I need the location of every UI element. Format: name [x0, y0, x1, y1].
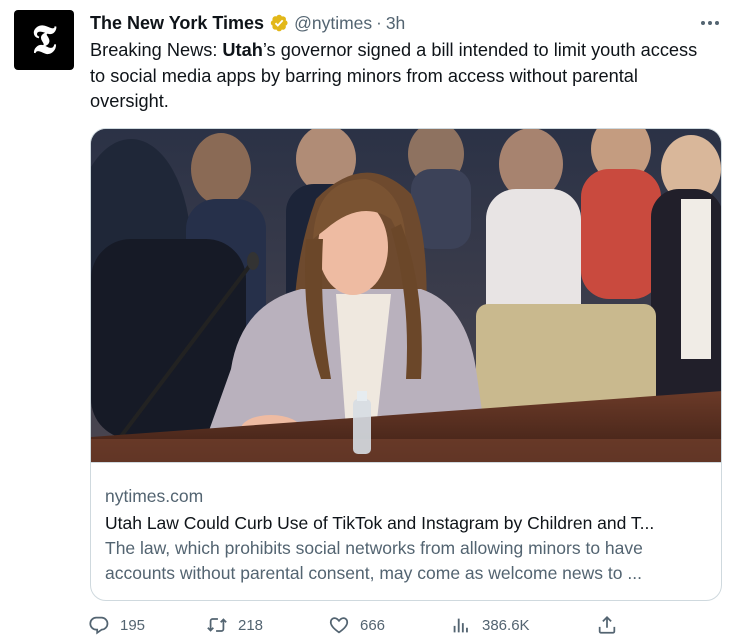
views-count: 386.6K — [482, 616, 530, 634]
views-icon — [453, 618, 468, 633]
card-description: The law, which prohibits social networks… — [105, 538, 643, 583]
reply-count: 195 — [120, 616, 146, 634]
views-button[interactable]: 386.6K — [450, 613, 530, 637]
retweet-count: 218 — [238, 616, 264, 634]
tweet-header: The New York Times @nytimes · 3h — [90, 11, 405, 35]
reply-icon — [89, 616, 109, 635]
card-domain: nytimes.com — [105, 486, 204, 506]
card-title: Utah Law Could Curb Use of TikTok and In… — [105, 513, 655, 533]
verified-badge-icon[interactable] — [269, 13, 289, 33]
tweet-text-prefix: Breaking News: — [90, 40, 223, 60]
card-image[interactable] — [91, 129, 721, 462]
retweet-icon — [207, 618, 227, 632]
tweet-text-bold: Utah — [222, 40, 263, 60]
nyt-logo-icon: 𝕿 — [31, 16, 57, 63]
more-icon[interactable] — [697, 10, 723, 36]
reply-button[interactable]: 195 — [88, 613, 145, 637]
like-button[interactable]: 666 — [328, 613, 385, 637]
handle[interactable]: @nytimes — [294, 13, 372, 34]
like-icon — [329, 617, 349, 634]
avatar[interactable]: 𝕿 — [14, 10, 74, 70]
action-bar: 195 218 666 386.6K — [88, 613, 628, 637]
share-button[interactable] — [596, 613, 618, 637]
card-body[interactable]: nytimes.com Utah Law Could Curb Use of T… — [91, 462, 721, 600]
retweet-button[interactable]: 218 — [206, 613, 263, 637]
timestamp[interactable]: 3h — [386, 13, 405, 34]
tweet-text: Breaking News: Utah’s governor signed a … — [90, 38, 710, 115]
like-count: 666 — [360, 616, 386, 634]
link-card[interactable]: nytimes.com Utah Law Could Curb Use of T… — [90, 128, 722, 601]
display-name[interactable]: The New York Times — [90, 13, 264, 34]
share-icon — [598, 615, 616, 634]
separator-dot: · — [376, 13, 382, 32]
